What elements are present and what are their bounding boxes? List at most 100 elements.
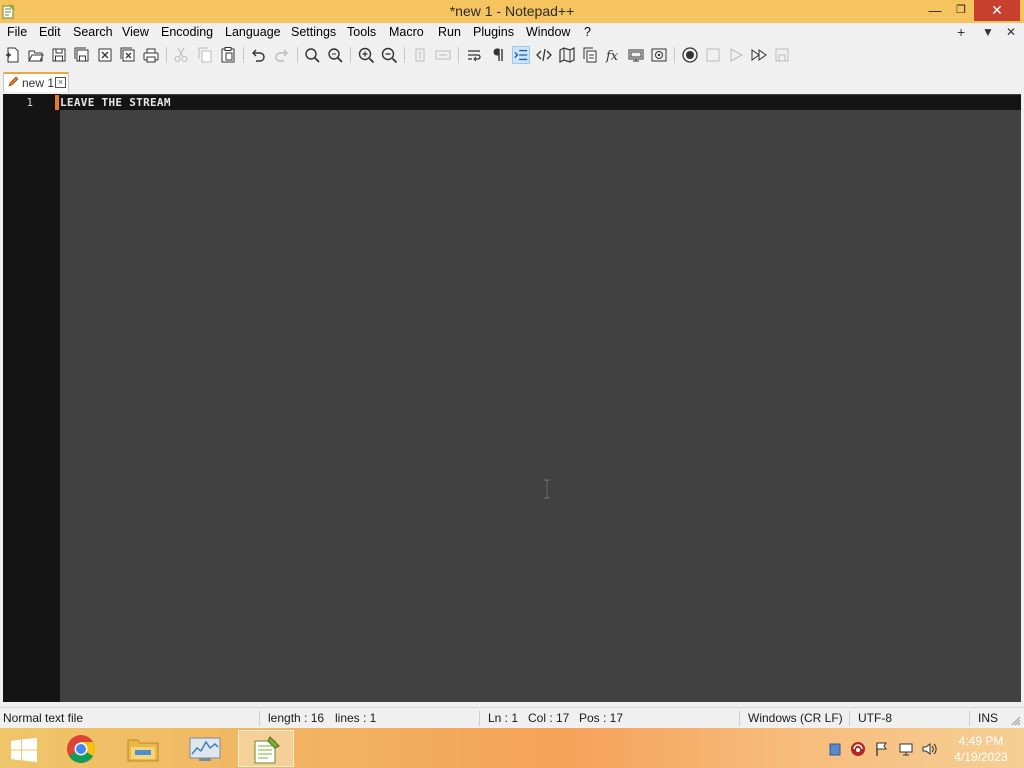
close-document-button[interactable]: ✕: [1006, 23, 1016, 43]
status-separator: [259, 711, 260, 726]
monitoring-icon[interactable]: [650, 46, 668, 64]
title-bar: *new 1 - Notepad++ — ❐ ✕: [0, 0, 1024, 23]
status-line-number: Ln : 1: [488, 711, 519, 725]
copy-icon[interactable]: [196, 46, 214, 64]
clock-date[interactable]: 4/19/2023: [946, 750, 1016, 764]
toolbar-separator: [297, 47, 298, 63]
resource-monitor-icon: [189, 737, 221, 761]
new-tab-button[interactable]: +: [957, 23, 965, 43]
tab-list-dropdown-button[interactable]: ▼: [982, 23, 994, 43]
status-separator: [479, 711, 480, 726]
tab-new-1[interactable]: new 1 ×: [3, 72, 69, 92]
run-macro-multiple-times-icon[interactable]: [750, 46, 768, 64]
toolbar-separator: [166, 47, 167, 63]
play-macro-icon[interactable]: [727, 46, 745, 64]
status-column: Col : 17: [528, 711, 570, 725]
minimize-button[interactable]: —: [922, 0, 948, 21]
toolbar: fx: [0, 43, 1024, 67]
toolbar-separator: [350, 47, 351, 63]
resize-grip-icon[interactable]: [1011, 716, 1021, 726]
status-encoding[interactable]: UTF-8: [858, 708, 892, 728]
zoom-out-icon[interactable]: [380, 46, 398, 64]
change-history-marker: [55, 95, 59, 110]
editor-area[interactable]: 1 LEAVE THE STREAM: [3, 94, 1021, 702]
status-bar: Normal text file length : 16 lines : 1 L…: [0, 707, 1024, 728]
zoom-in-icon[interactable]: [357, 46, 375, 64]
menu-run[interactable]: Run: [438, 23, 461, 43]
cut-icon[interactable]: [172, 46, 190, 64]
save-all-icon[interactable]: [73, 46, 91, 64]
menu-edit[interactable]: Edit: [39, 23, 61, 43]
menu-encoding[interactable]: Encoding: [161, 23, 213, 43]
toolbar-separator: [404, 47, 405, 63]
show-all-characters-icon[interactable]: [489, 46, 507, 64]
xml-tag-icon[interactable]: [535, 46, 553, 64]
menu-macro[interactable]: Macro: [389, 23, 424, 43]
undo-icon[interactable]: [249, 46, 267, 64]
redo-icon[interactable]: [273, 46, 291, 64]
window-title: *new 1 - Notepad++: [449, 3, 575, 19]
indent-guide-icon[interactable]: [512, 46, 530, 64]
word-wrap-icon[interactable]: [465, 46, 483, 64]
toolbar-separator: [674, 47, 675, 63]
start-button[interactable]: [0, 730, 48, 767]
file-explorer-icon: [127, 739, 159, 762]
menu-settings[interactable]: Settings: [291, 23, 336, 43]
replace-icon[interactable]: [326, 46, 344, 64]
line-number: 1: [26, 96, 33, 109]
open-file-icon[interactable]: [27, 46, 45, 64]
text-cursor-icon: [544, 479, 550, 499]
notepad-plus-plus-icon: [254, 736, 280, 764]
action-center-flag-icon[interactable]: [874, 741, 890, 757]
status-lines: lines : 1: [335, 711, 377, 725]
save-macro-icon[interactable]: [773, 46, 791, 64]
paste-icon[interactable]: [219, 46, 237, 64]
close-icon[interactable]: [96, 46, 114, 64]
function-list-icon[interactable]: fx: [604, 46, 622, 64]
stop-recording-icon[interactable]: [704, 46, 722, 64]
menu-window[interactable]: Window: [526, 23, 570, 43]
status-eol-format[interactable]: Windows (CR LF): [748, 708, 843, 728]
close-window-button[interactable]: ✕: [974, 0, 1020, 21]
print-icon[interactable]: [142, 46, 160, 64]
tab-close-icon[interactable]: ×: [55, 77, 66, 88]
new-file-icon[interactable]: [4, 46, 22, 64]
status-separator: [969, 711, 970, 726]
menu-plugins[interactable]: Plugins: [473, 23, 514, 43]
document-map-icon[interactable]: [558, 46, 576, 64]
folder-as-workspace-icon[interactable]: [627, 46, 645, 64]
tab-bar: new 1 ×: [0, 67, 1024, 94]
status-insert-mode[interactable]: INS: [978, 708, 998, 728]
taskbar-notepad-plus-plus[interactable]: [238, 730, 294, 767]
sync-vertical-scrolling-icon[interactable]: [411, 46, 429, 64]
status-file-type: Normal text file: [3, 711, 84, 725]
editor-line-text[interactable]: LEAVE THE STREAM: [60, 95, 171, 110]
antivirus-icon[interactable]: [850, 741, 866, 757]
document-list-icon[interactable]: [581, 46, 599, 64]
taskbar-file-explorer[interactable]: [115, 730, 171, 767]
menu-search[interactable]: Search: [73, 23, 113, 43]
menu-tools[interactable]: Tools: [347, 23, 376, 43]
modified-pencil-icon: [8, 76, 19, 87]
menu-help[interactable]: ?: [584, 23, 591, 43]
sync-horizontal-scrolling-icon[interactable]: [434, 46, 452, 64]
status-separator: [849, 711, 850, 726]
taskbar-chrome[interactable]: [53, 730, 109, 767]
toolbar-separator: [243, 47, 244, 63]
clock-time[interactable]: 4:49 PM: [946, 734, 1016, 748]
line-number-gutter: 1: [3, 94, 60, 702]
taskbar-resource-monitor[interactable]: [177, 730, 233, 767]
network-icon[interactable]: [898, 741, 914, 757]
menu-file[interactable]: File: [7, 23, 27, 43]
save-icon[interactable]: [50, 46, 68, 64]
current-line-highlight: [60, 95, 1021, 110]
volume-icon[interactable]: [921, 741, 937, 757]
menu-view[interactable]: View: [122, 23, 149, 43]
find-icon[interactable]: [303, 46, 321, 64]
windows-logo-icon: [11, 738, 37, 762]
menu-language[interactable]: Language: [225, 23, 281, 43]
record-macro-icon[interactable]: [681, 46, 699, 64]
close-all-icon[interactable]: [119, 46, 137, 64]
restore-button[interactable]: ❐: [948, 0, 974, 21]
notification-flag-icon[interactable]: [827, 741, 843, 757]
